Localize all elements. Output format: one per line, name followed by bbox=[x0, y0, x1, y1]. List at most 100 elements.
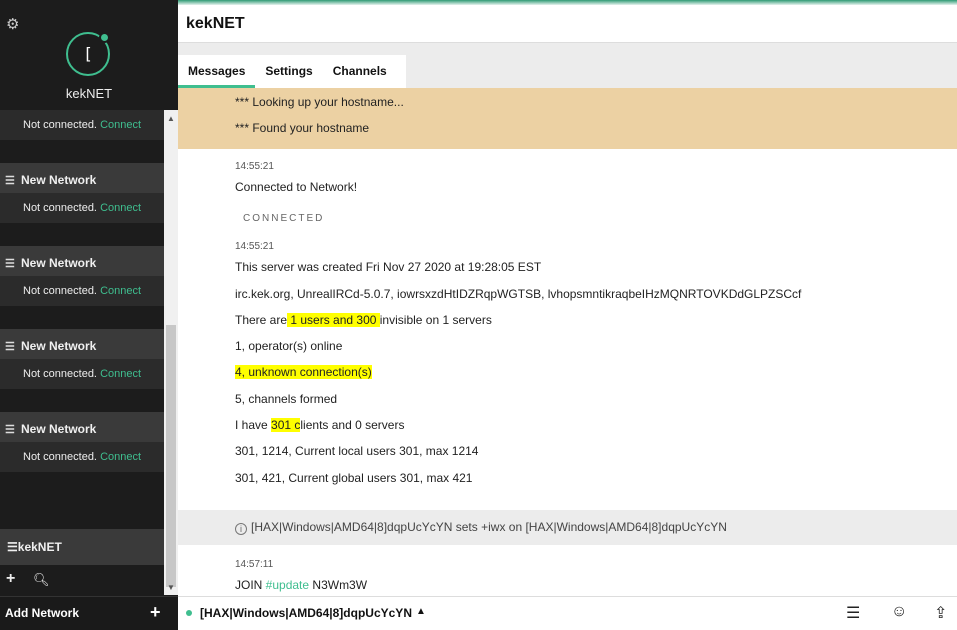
message-text: [HAX|Windows|AMD64|8]dqpUcYcYN sets +iwx… bbox=[251, 519, 727, 534]
mode-info-message: i [HAX|Windows|AMD64|8]dqpUcYcYN sets +iw… bbox=[178, 509, 957, 545]
connected-divider: CONNECTED bbox=[243, 213, 325, 225]
page-title: kekNET bbox=[186, 15, 245, 32]
message-block: 14:55:21 Connected to Network! CONNECTED bbox=[178, 149, 957, 230]
add-network-label: Add Network bbox=[5, 606, 80, 620]
gear-icon[interactable]: ⚙ bbox=[6, 17, 20, 32]
server-icon: ☰ bbox=[5, 424, 15, 436]
main-header: kekNET bbox=[178, 5, 957, 43]
message-line: 1, operator(s) online bbox=[235, 339, 343, 354]
divider bbox=[0, 306, 164, 329]
status-text: Not connected. bbox=[23, 119, 97, 131]
brand-name: kekNET bbox=[65, 86, 113, 101]
plus-icon[interactable]: + bbox=[6, 570, 15, 588]
scroll-down-icon[interactable]: ▼ bbox=[164, 581, 178, 595]
network-name: New Network bbox=[21, 422, 97, 436]
nick-selector[interactable]: [HAX|Windows|AMD64|8]dqpUcYcYN bbox=[200, 606, 412, 620]
network-status: Not connected. Connect bbox=[0, 276, 164, 306]
connect-link[interactable]: Connect bbox=[100, 119, 141, 131]
tab-settings[interactable]: Settings bbox=[255, 55, 322, 88]
plus-icon: + bbox=[150, 602, 161, 622]
divider bbox=[0, 140, 164, 163]
message-line: *** Found your hostname bbox=[235, 121, 370, 135]
app-window: ⚙ [ kekNET Not connected. Connect ☰ New N… bbox=[0, 0, 957, 630]
text-segment: lients and 0 servers bbox=[300, 418, 405, 433]
status-text: Not connected. bbox=[23, 202, 97, 214]
status-dot bbox=[186, 610, 192, 616]
caret-up-icon[interactable]: ▲ bbox=[416, 606, 426, 617]
status-text: Not connected. bbox=[23, 285, 97, 297]
text-segment: There are bbox=[235, 312, 288, 327]
text-segment: invisible on 1 servers bbox=[379, 312, 492, 327]
message-line: This server was created Fri Nov 27 2020 … bbox=[235, 260, 542, 275]
connect-link[interactable]: Connect bbox=[100, 202, 141, 214]
sidebar-scrollbar[interactable]: ▲ ▼ bbox=[164, 110, 178, 595]
network-name: New Network bbox=[21, 256, 97, 270]
divider bbox=[0, 223, 164, 246]
avatar[interactable]: [ bbox=[66, 32, 110, 76]
tab-messages[interactable]: Messages bbox=[178, 55, 256, 88]
network-name: kekNET bbox=[17, 540, 62, 554]
connect-link[interactable]: Connect bbox=[100, 368, 141, 380]
channel-link[interactable]: #update bbox=[266, 578, 309, 592]
timestamp: 14:55:21 bbox=[235, 241, 274, 253]
network-status: Not connected. Connect bbox=[0, 110, 164, 140]
network-status: Not connected. Connect bbox=[0, 359, 164, 389]
message-line: 5, channels formed bbox=[235, 391, 338, 406]
text-segment: I have bbox=[235, 418, 272, 433]
message-line: JOIN #update N3Wm3W bbox=[235, 572, 957, 596]
network-list: Not connected. Connect ☰ New Network Not … bbox=[0, 110, 164, 595]
text-segment: JOIN bbox=[235, 577, 266, 592]
sidebar: ⚙ [ kekNET Not connected. Connect ☰ New N… bbox=[0, 0, 178, 630]
motd-block: *** Looking up your hostname... *** Foun… bbox=[178, 88, 957, 149]
tabs: Messages Settings Channels bbox=[178, 55, 406, 88]
online-status-dot bbox=[99, 32, 110, 43]
server-icon: ☰ bbox=[5, 258, 15, 270]
message-block: 14:57:11 JOIN #update N3Wm3W bbox=[178, 545, 957, 596]
status-text: Not connected. bbox=[23, 451, 97, 463]
status-text: Not connected. bbox=[23, 368, 97, 380]
message-line: I have 301 clients and 0 servers bbox=[235, 412, 957, 438]
network-item-active[interactable]: ☰kekNET bbox=[0, 529, 164, 565]
sidebar-header: ⚙ [ kekNET bbox=[0, 0, 178, 110]
network-item[interactable]: ☰ New Network bbox=[0, 246, 164, 276]
network-status: Not connected. Connect bbox=[0, 442, 164, 472]
search-icon[interactable]: 🔍︎ bbox=[33, 572, 50, 588]
server-icon: ☰ bbox=[5, 341, 15, 353]
highlighted-text: 301 c bbox=[271, 418, 301, 433]
add-network-button[interactable]: Add Network + bbox=[0, 596, 178, 630]
text-segment: N3Wm3W bbox=[309, 577, 368, 592]
highlighted-text: 4, unknown connection(s) bbox=[235, 365, 372, 380]
server-icon: ☰ bbox=[5, 175, 15, 187]
main-panel: kekNET Messages Settings Channels *** Lo… bbox=[178, 0, 957, 630]
network-status: Not connected. Connect bbox=[0, 193, 164, 223]
tab-channels[interactable]: Channels bbox=[323, 55, 397, 88]
network-item[interactable]: ☰ New Network bbox=[0, 412, 164, 442]
message-line: 301, 421, Current global users 301, max … bbox=[235, 470, 473, 485]
scrollbar-thumb[interactable] bbox=[166, 325, 176, 587]
connect-link[interactable]: Connect bbox=[100, 451, 141, 463]
timestamp: 14:57:11 bbox=[235, 558, 274, 570]
connect-link[interactable]: Connect bbox=[100, 285, 141, 297]
network-item[interactable]: ☰ New Network bbox=[0, 163, 164, 193]
message-line: 4, unknown connection(s) bbox=[235, 359, 957, 385]
message-line: There are 1 users and 300 invisible on 1… bbox=[235, 307, 957, 333]
message-list[interactable]: *** Looking up your hostname... *** Foun… bbox=[178, 88, 957, 596]
message-line: *** Looking up your hostname... bbox=[235, 95, 404, 109]
network-name: New Network bbox=[21, 173, 97, 187]
highlighted-text: 1 users and 300 bbox=[287, 312, 380, 327]
scroll-up-icon[interactable]: ▲ bbox=[164, 112, 178, 126]
message-line: irc.kek.org, UnrealIRCd-5.0.7, iowrsxzdH… bbox=[235, 286, 802, 301]
divider bbox=[0, 389, 164, 412]
network-item[interactable]: ☰ New Network bbox=[0, 329, 164, 359]
tab-bar: Messages Settings Channels bbox=[178, 43, 957, 88]
sidebar-tools: + 🔍︎ bbox=[0, 568, 164, 594]
timestamp: 14:55:21 bbox=[235, 161, 274, 172]
message-block: 14:55:21 This server was created Fri Nov… bbox=[178, 240, 957, 491]
emoji-icon[interactable]: ☺ bbox=[891, 603, 907, 621]
upload-icon[interactable]: ⇪ bbox=[934, 603, 947, 623]
info-icon: i bbox=[235, 522, 247, 535]
menu-icon[interactable]: ☰ bbox=[846, 603, 860, 623]
message-line: Connected to Network! bbox=[235, 180, 358, 194]
network-name: New Network bbox=[21, 339, 97, 353]
message-line: 301, 1214, Current local users 301, max … bbox=[235, 444, 479, 459]
